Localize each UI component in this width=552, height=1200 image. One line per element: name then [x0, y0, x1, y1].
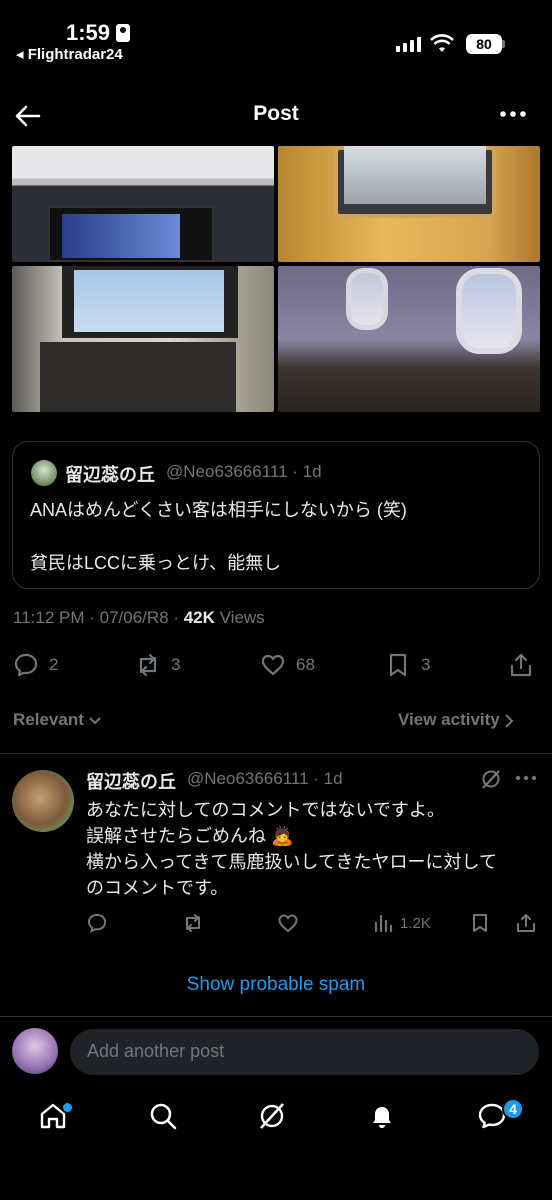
reply-bookmark-button[interactable] — [469, 912, 491, 934]
post-meta: 11:12 PM · 07/06/R8 · 42K Views — [13, 608, 265, 628]
quote-text-line-1: ANAはめんどくさい客は相手にしないから (笑) — [30, 500, 407, 520]
window-left — [346, 268, 388, 330]
my-avatar[interactable] — [12, 1028, 58, 1074]
battery-tip — [502, 40, 505, 48]
chevron-right-icon — [505, 713, 514, 728]
repost-button[interactable]: 3 — [135, 652, 180, 678]
views-label: Views — [214, 608, 265, 627]
quote-author-name: 留辺蕊の丘 — [65, 465, 155, 485]
quote-avatar[interactable] — [31, 460, 57, 486]
status-time: 1:59 — [66, 20, 131, 46]
reply-avatar[interactable] — [12, 770, 74, 832]
reply-reply-button[interactable] — [86, 912, 108, 934]
wifi-icon — [430, 34, 454, 52]
show-spam-link[interactable]: Show probable spam — [0, 974, 552, 996]
grok-icon[interactable] — [480, 768, 502, 790]
add-post-input[interactable]: Add another post — [70, 1029, 539, 1075]
signal-icon — [396, 36, 421, 52]
reply-text-line-2: 誤解させたらごめんね 🙇 — [86, 826, 294, 846]
battery-indicator: 80 — [466, 34, 502, 54]
seat-console — [40, 342, 236, 412]
reply-count: 2 — [49, 655, 59, 674]
reply-author-name: 留辺蕊の丘 — [86, 772, 176, 792]
views-count: 42K — [183, 608, 215, 627]
screen-display — [62, 214, 180, 258]
like-button[interactable]: 68 — [260, 652, 315, 678]
bookmark-button[interactable]: 3 — [385, 652, 430, 678]
home-notification-dot — [63, 1103, 72, 1112]
person-badge-icon — [116, 24, 131, 42]
heart-icon — [278, 914, 298, 933]
search-icon — [150, 1103, 177, 1130]
repost-icon — [139, 653, 157, 677]
back-to-app-link[interactable]: ◂ Flightradar24 — [16, 45, 123, 63]
share-icon — [510, 653, 532, 677]
view-activity-link[interactable]: View activity — [398, 710, 514, 730]
reply-views-button[interactable]: 1.2K — [372, 912, 431, 934]
sort-relevant-button[interactable]: Relevant — [13, 710, 101, 730]
divider — [0, 753, 552, 754]
quote-text-line-2: 貧民はLCCに乗っとけ、能無し — [30, 553, 282, 573]
reply-icon — [87, 913, 107, 933]
bell-icon — [373, 1107, 391, 1128]
monitor-screen — [344, 146, 486, 204]
share-icon — [517, 914, 535, 932]
status-time-text: 1:59 — [66, 20, 111, 45]
messages-badge: 4 — [502, 1098, 524, 1120]
reply-button[interactable]: 2 — [13, 652, 58, 678]
bookmark-count: 3 — [421, 655, 431, 674]
heart-icon — [261, 654, 285, 676]
reply-icon — [14, 653, 38, 677]
bookmark-icon — [473, 914, 487, 932]
repost-icon — [186, 914, 200, 932]
page-title: Post — [253, 102, 299, 125]
analytics-icon — [374, 914, 393, 933]
sort-relevant-label: Relevant — [13, 710, 84, 729]
reply-text-line-4: のコメントです。 — [86, 878, 229, 898]
chevron-down-icon — [88, 716, 101, 724]
reply-more-icon[interactable] — [514, 772, 538, 784]
nav-search[interactable] — [147, 1100, 187, 1140]
quote-author-handle: @Neo63666111 · 1d — [166, 462, 322, 481]
repost-count: 3 — [171, 655, 181, 674]
reply-views-count: 1.2K — [400, 914, 431, 932]
reply-author-handle: @Neo63666111 · 1d — [187, 769, 343, 788]
post-image-3[interactable] — [12, 266, 274, 412]
nav-notifications[interactable] — [366, 1100, 406, 1140]
reply-text-line-3: 横から入ってきて馬鹿扱いしてきたヤローに対して — [86, 852, 497, 872]
view-activity-label: View activity — [398, 710, 500, 729]
window-right — [456, 268, 522, 354]
post-timestamp: 11:12 PM · 07/06/R8 · — [13, 608, 184, 627]
nav-grok[interactable] — [256, 1100, 296, 1140]
more-options-icon[interactable] — [498, 104, 528, 124]
like-count: 68 — [296, 655, 315, 674]
post-image-1[interactable] — [12, 146, 274, 262]
reply-share-button[interactable] — [515, 912, 537, 934]
post-image-2[interactable] — [278, 146, 540, 262]
share-button[interactable] — [508, 652, 534, 678]
reply-text-line-1: あなたに対してのコメントではないですよ。 — [86, 800, 445, 820]
grok-icon — [260, 1103, 284, 1129]
reply-like-button[interactable] — [277, 912, 299, 934]
divider — [0, 1016, 552, 1017]
post-image-4[interactable] — [278, 266, 540, 412]
reply-repost-button[interactable] — [182, 912, 204, 934]
tv-screen — [74, 270, 224, 332]
bookmark-icon — [389, 653, 407, 677]
